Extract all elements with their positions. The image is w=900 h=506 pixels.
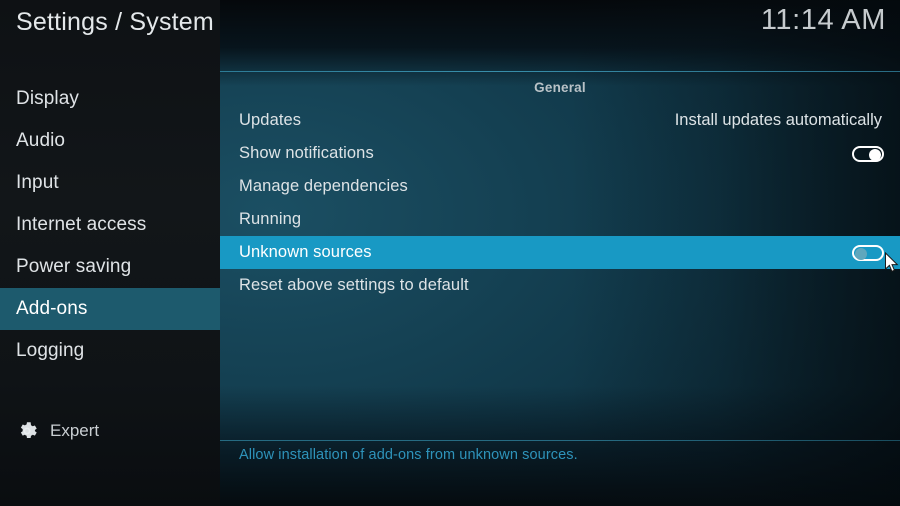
expert-level-button[interactable]: Expert (16, 420, 99, 442)
settings-panel: General Updates Install updates automatic… (220, 0, 900, 506)
panel-top-divider (220, 71, 900, 72)
clock: 11:14 AM (761, 4, 886, 37)
panel-bottom-divider (220, 440, 900, 441)
sidebar-item-display[interactable]: Display (0, 78, 220, 120)
toggle-switch[interactable] (852, 245, 884, 261)
setting-help-text: Allow installation of add-ons from unkno… (239, 447, 578, 463)
settings-row[interactable]: Manage dependencies (220, 170, 900, 203)
sidebar-menu: Display Audio Input Internet access Power sa… (0, 78, 220, 372)
sidebar-item-label: Audio (16, 130, 65, 152)
settings-row[interactable]: Unknown sources (220, 236, 900, 269)
settings-row-label: Running (239, 210, 301, 229)
sidebar-item-label: Add-ons (16, 298, 87, 320)
toggle-switch[interactable] (852, 146, 884, 162)
settings-group-title: General (220, 80, 900, 95)
expert-label: Expert (50, 421, 99, 441)
settings-row-label: Show notifications (239, 144, 374, 163)
sidebar-item-input[interactable]: Input (0, 162, 220, 204)
sidebar-item-label: Internet access (16, 214, 146, 236)
sidebar-item-label: Power saving (16, 256, 131, 278)
settings-row-label: Unknown sources (239, 243, 372, 262)
settings-row-label: Manage dependencies (239, 177, 408, 196)
sidebar-item-power-saving[interactable]: Power saving (0, 246, 220, 288)
sidebar-item-label: Display (16, 88, 79, 110)
settings-row[interactable]: Show notifications (220, 137, 900, 170)
sidebar: Display Audio Input Internet access Power sa… (0, 0, 220, 506)
settings-row[interactable]: Running (220, 203, 900, 236)
settings-row[interactable]: Reset above settings to default (220, 269, 900, 302)
kodi-settings-screen: Display Audio Input Internet access Power sa… (0, 0, 900, 506)
settings-row[interactable]: Updates Install updates automatically (220, 104, 900, 137)
sidebar-item-label: Logging (16, 340, 84, 362)
sidebar-item-add-ons[interactable]: Add-ons (0, 288, 220, 330)
sidebar-item-logging[interactable]: Logging (0, 330, 220, 372)
toggle-knob (869, 149, 881, 161)
toggle-knob (855, 248, 867, 260)
settings-row-label: Reset above settings to default (239, 276, 469, 295)
settings-row-value: Install updates automatically (675, 111, 882, 130)
sidebar-item-audio[interactable]: Audio (0, 120, 220, 162)
settings-list: Updates Install updates automatically Show… (220, 104, 900, 302)
sidebar-item-internet-access[interactable]: Internet access (0, 204, 220, 246)
gear-icon (16, 420, 38, 442)
sidebar-item-label: Input (16, 172, 59, 194)
page-title: Settings / System (16, 8, 214, 37)
settings-row-label: Updates (239, 111, 301, 130)
